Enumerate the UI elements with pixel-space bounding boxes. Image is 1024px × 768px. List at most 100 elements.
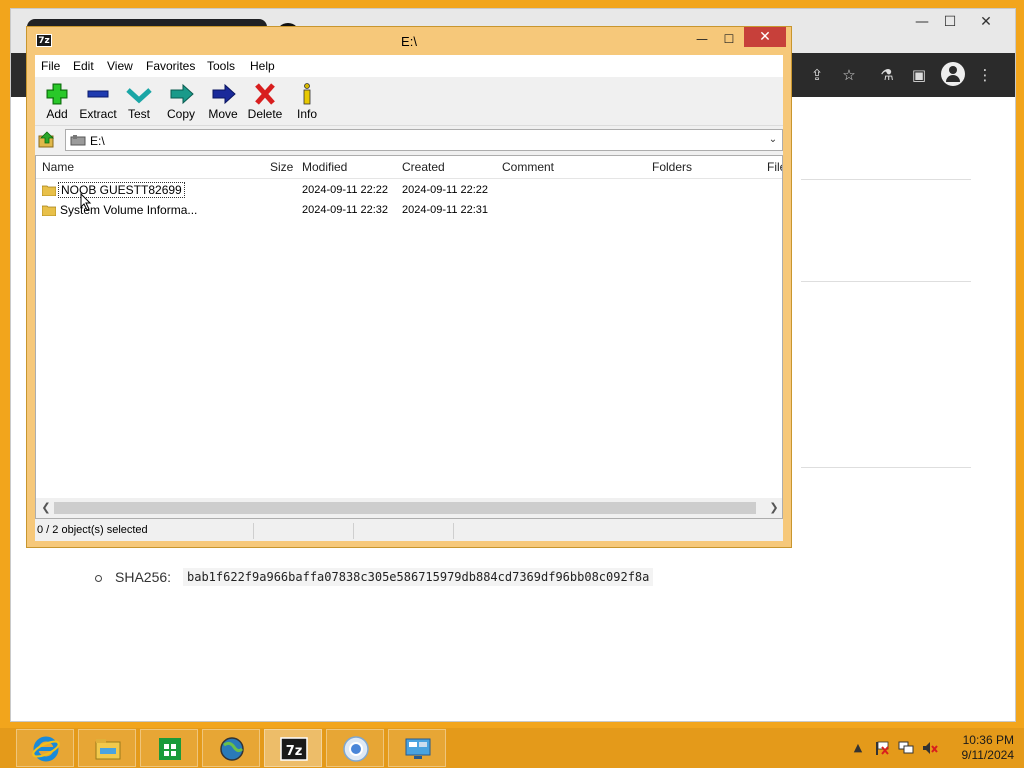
folder-icon xyxy=(42,205,56,216)
menu-help[interactable]: Help xyxy=(250,59,275,73)
path-text: E:\ xyxy=(90,134,105,148)
globe-icon xyxy=(220,737,244,761)
taskbar: 7z ▲ 10:36 PM 9/11/2024 xyxy=(0,728,1024,768)
store-icon xyxy=(159,738,181,760)
taskbar-file-explorer[interactable] xyxy=(78,729,136,767)
status-divider xyxy=(353,523,354,539)
scrollbar-thumb[interactable] xyxy=(54,502,756,514)
profile-avatar-icon[interactable] xyxy=(941,62,965,86)
side-panel-icon[interactable]: ▣ xyxy=(905,61,933,89)
test-label: Test xyxy=(127,107,150,121)
add-label: Add xyxy=(46,107,68,121)
info-label: Info xyxy=(296,107,317,121)
menu-edit[interactable]: Edit xyxy=(73,59,94,73)
column-files[interactable]: File xyxy=(767,160,782,174)
close-button[interactable]: ✕ xyxy=(744,27,786,47)
taskbar-internet-explorer[interactable] xyxy=(16,729,74,767)
copy-button[interactable]: Copy xyxy=(159,79,203,123)
menu-view[interactable]: View xyxy=(107,59,133,73)
page-divider xyxy=(801,467,971,468)
extract-button[interactable]: Extract xyxy=(76,79,120,123)
sevenzip-icon: 7z xyxy=(280,737,308,761)
file-list[interactable]: Name Size Modified Created Comment Folde… xyxy=(35,155,783,519)
taskbar-browser[interactable] xyxy=(202,729,260,767)
browser-close-button[interactable]: ✕ xyxy=(971,11,1001,33)
info-button[interactable]: Info xyxy=(285,79,329,123)
clock-date: 9/11/2024 xyxy=(961,748,1015,762)
maximize-button[interactable]: ☐ xyxy=(716,29,742,49)
column-size[interactable]: Size xyxy=(270,160,293,174)
path-input[interactable]: E:\ ⌄ xyxy=(65,129,783,151)
volume-muted-icon[interactable] xyxy=(922,741,938,755)
folder-icon xyxy=(95,739,121,760)
extract-icon xyxy=(87,90,109,98)
column-comment[interactable]: Comment xyxy=(502,160,554,174)
labs-flask-icon[interactable]: ⚗ xyxy=(873,61,901,89)
file-name: NOOB GUESTT82699 xyxy=(58,182,185,198)
bookmark-star-icon[interactable]: ☆ xyxy=(835,61,863,89)
file-created: 2024-09-11 22:31 xyxy=(402,204,489,216)
column-modified[interactable]: Modified xyxy=(302,160,347,174)
network-icon[interactable] xyxy=(898,741,914,755)
info-icon xyxy=(303,83,311,105)
browser-menu-icon[interactable]: ⋮ xyxy=(971,61,999,89)
horizontal-scrollbar[interactable]: ❮ ❯ xyxy=(36,498,782,518)
page-divider xyxy=(801,179,971,180)
test-button[interactable]: Test xyxy=(117,79,161,123)
menu-file[interactable]: File xyxy=(41,59,60,73)
file-modified: 2024-09-11 22:32 xyxy=(302,204,389,216)
taskbar-store[interactable] xyxy=(140,729,198,767)
move-button[interactable]: Move xyxy=(201,79,245,123)
up-folder-icon[interactable] xyxy=(37,130,57,150)
address-bar: E:\ ⌄ xyxy=(35,127,783,153)
action-center-flag-icon[interactable] xyxy=(874,741,890,755)
sevenzip-client: File Edit View Favorites Tools Help Add xyxy=(35,55,783,541)
sha256-value[interactable]: bab1f622f9a966baffa07838c305e586715979db… xyxy=(183,568,654,586)
status-divider xyxy=(253,523,254,539)
tray-overflow-arrow-icon[interactable]: ▲ xyxy=(850,741,866,755)
add-button[interactable]: Add xyxy=(35,79,79,123)
sevenzip-titlebar[interactable]: 7z E:\ — ☐ ✕ xyxy=(27,27,791,53)
move-label: Move xyxy=(208,107,238,121)
list-header: Name Size Modified Created Comment Folde… xyxy=(36,156,782,179)
browser-maximize-button[interactable]: ☐ xyxy=(935,11,965,33)
taskbar-remote-desktop[interactable] xyxy=(388,729,446,767)
folder-icon xyxy=(42,185,56,196)
menu-bar: File Edit View Favorites Tools Help xyxy=(35,55,783,77)
copy-icon xyxy=(170,83,194,105)
minimize-button[interactable]: — xyxy=(689,29,715,49)
copy-label: Copy xyxy=(166,107,195,121)
test-icon xyxy=(126,88,152,104)
list-item[interactable]: NOOB GUESTT82699 2024-09-11 22:22 2024-0… xyxy=(36,181,782,201)
extract-label: Extract xyxy=(79,107,117,121)
column-name[interactable]: Name xyxy=(42,160,74,174)
taskbar-7zip[interactable]: 7z xyxy=(264,729,322,767)
sevenzip-window: 7z E:\ — ☐ ✕ File Edit View Favorites To… xyxy=(26,26,792,548)
status-bar: 0 / 2 object(s) selected xyxy=(35,521,783,541)
delete-label: Delete xyxy=(247,107,283,121)
file-created: 2024-09-11 22:22 xyxy=(402,184,489,196)
taskbar-chrome[interactable] xyxy=(326,729,384,767)
remote-desktop-icon xyxy=(405,738,431,759)
scroll-left-icon[interactable]: ❮ xyxy=(38,500,54,516)
window-title: E:\ xyxy=(401,34,417,49)
column-created[interactable]: Created xyxy=(402,160,445,174)
column-folders[interactable]: Folders xyxy=(652,160,692,174)
internet-explorer-icon xyxy=(32,736,60,762)
list-item[interactable]: System Volume Informa... 2024-09-11 22:3… xyxy=(36,201,782,221)
menu-favorites[interactable]: Favorites xyxy=(146,59,195,73)
menu-tools[interactable]: Tools xyxy=(207,59,235,73)
delete-button[interactable]: Delete xyxy=(243,79,287,123)
add-icon xyxy=(46,83,68,105)
drive-icon xyxy=(70,135,86,146)
mouse-cursor-icon xyxy=(80,193,92,211)
share-icon[interactable]: ⇪ xyxy=(803,61,831,89)
delete-icon xyxy=(255,83,275,105)
chevron-down-icon[interactable]: ⌄ xyxy=(766,132,780,148)
scroll-right-icon[interactable]: ❯ xyxy=(766,500,782,516)
browser-minimize-button[interactable]: — xyxy=(907,11,937,33)
toolbar: Add Extract Test Copy Move Delete Info xyxy=(35,77,783,126)
system-clock[interactable]: 10:36 PM 9/11/2024 xyxy=(938,733,1015,763)
clock-time: 10:36 PM xyxy=(962,733,1014,747)
chrome-icon xyxy=(343,736,369,762)
